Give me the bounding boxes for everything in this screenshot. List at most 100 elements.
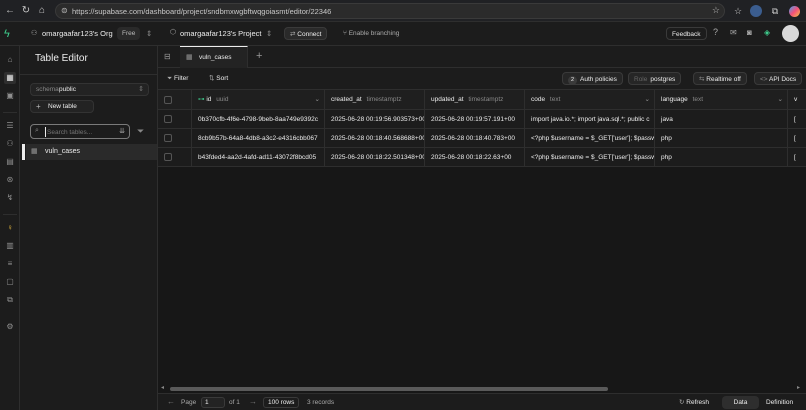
cell-code[interactable]: import java.io.*; import java.sql.*; pub… bbox=[525, 110, 655, 129]
realtime-toggle-button[interactable]: ⇆ Realtime off bbox=[693, 72, 747, 85]
cell-language[interactable]: php bbox=[655, 129, 788, 148]
cell-v[interactable]: [ bbox=[788, 148, 806, 167]
select-all-checkbox[interactable] bbox=[164, 96, 172, 104]
address-bar[interactable]: ⊜ https://supabase.com/dashboard/project… bbox=[55, 3, 725, 19]
notifications-icon[interactable]: ◙ bbox=[747, 28, 752, 37]
storage-icon[interactable]: ▤ bbox=[4, 156, 16, 168]
chevron-down-icon[interactable]: ⌄ bbox=[315, 90, 320, 110]
bookmark-star-icon[interactable]: ☆ bbox=[712, 5, 720, 16]
collapse-icon[interactable]: ⇊ bbox=[119, 127, 125, 135]
sort-button[interactable]: ⇅ Sort bbox=[204, 72, 233, 85]
sidebar-item-vuln-cases[interactable]: ▦ vuln_cases bbox=[26, 144, 157, 160]
tabs-overview-icon[interactable]: ⊟ bbox=[164, 52, 171, 61]
connect-button[interactable]: ⇄ Connect bbox=[284, 27, 328, 40]
url-text[interactable]: https://supabase.com/dashboard/project/s… bbox=[72, 7, 331, 16]
table-editor-icon[interactable]: ▦ bbox=[4, 72, 16, 84]
new-tab-icon[interactable]: + bbox=[256, 50, 262, 62]
page-input[interactable]: 1 bbox=[201, 397, 225, 408]
filter-button[interactable]: ⏷ Filter bbox=[162, 72, 193, 85]
definition-tab[interactable]: Definition bbox=[761, 396, 798, 409]
cell-updated-at[interactable]: 2025-06-28 00:19:57.191+00 bbox=[425, 110, 525, 129]
cell-code[interactable]: <?php $username = $_GET['user']; $passw bbox=[525, 148, 655, 167]
cell-created-at[interactable]: 2025-06-28 00:19:56.903573+00 bbox=[325, 110, 425, 129]
scroll-right-icon[interactable]: ▸ bbox=[797, 384, 800, 391]
project-name[interactable]: omargaafar123's Project bbox=[180, 29, 261, 38]
column-header-id[interactable]: ⊶ id uuid ⌄ bbox=[192, 90, 325, 110]
realtime-icon[interactable]: ↯ bbox=[4, 192, 16, 204]
cell-updated-at[interactable]: 2025-06-28 00:18:40.783+00 bbox=[425, 129, 525, 148]
table-row[interactable]: 0b370cfb-4f6e-4798-9beb-8aa749e9392c 202… bbox=[158, 110, 806, 129]
scroll-left-icon[interactable]: ◂ bbox=[161, 384, 164, 391]
copilot-icon[interactable] bbox=[787, 4, 801, 18]
logs-icon[interactable]: ≡ bbox=[4, 258, 16, 270]
auth-policies-button[interactable]: 2 Auth policies bbox=[562, 72, 623, 85]
cell-language[interactable]: php bbox=[655, 148, 788, 167]
filter-tables-icon[interactable]: ⏷ bbox=[137, 126, 144, 137]
column-header-updated-at[interactable]: updated_at timestamptz bbox=[425, 90, 525, 110]
horizontal-scrollbar[interactable]: ◂ ▸ bbox=[158, 385, 806, 393]
cell-created-at[interactable]: 2025-06-28 00:18:22.501348+00 bbox=[325, 148, 425, 167]
database-icon[interactable]: ☰ bbox=[4, 120, 16, 132]
auth-icon[interactable]: ⚇ bbox=[4, 138, 16, 150]
data-tab[interactable]: Data bbox=[722, 396, 759, 409]
column-header-language[interactable]: language text ⌄ bbox=[655, 90, 788, 110]
cell-code[interactable]: <?php $username = $_GET['user']; $passw bbox=[525, 129, 655, 148]
table-row[interactable]: 8cb9b57b-64a8-4db8-a3c2-e4316cbb067 2025… bbox=[158, 129, 806, 148]
api-docs-button[interactable]: <> API Docs bbox=[754, 72, 803, 85]
tab-bar: ⊟ ▦ vuln_cases + bbox=[158, 46, 806, 68]
row-checkbox[interactable] bbox=[164, 153, 172, 161]
enable-branching-button[interactable]: ⑂ Enable branching bbox=[338, 27, 404, 40]
cell-id[interactable]: b43fded4-aa2d-4afd-ad11-43072f8bcd05 bbox=[192, 148, 325, 167]
sql-editor-icon[interactable]: ▣ bbox=[4, 90, 16, 102]
rows-per-page-select[interactable]: 100 rows bbox=[263, 397, 299, 408]
reports-icon[interactable]: ▥ bbox=[4, 240, 16, 252]
tab-vuln-cases[interactable]: ▦ vuln_cases bbox=[180, 46, 248, 68]
search-tables-input[interactable] bbox=[45, 127, 115, 137]
favorites-icon[interactable]: ☆ bbox=[731, 4, 745, 18]
user-avatar[interactable] bbox=[782, 25, 799, 42]
new-table-button[interactable]: + New table bbox=[30, 100, 94, 113]
scrollbar-thumb[interactable] bbox=[170, 387, 608, 391]
cell-updated-at[interactable]: 2025-06-28 00:18:22.63+00 bbox=[425, 148, 525, 167]
profile-avatar-icon[interactable] bbox=[749, 4, 763, 18]
cell-language[interactable]: java bbox=[655, 110, 788, 129]
supabase-logo-icon[interactable]: ϟ bbox=[4, 27, 16, 41]
site-info-icon[interactable]: ⊜ bbox=[61, 6, 68, 15]
api-docs-nav-icon[interactable]: ▢ bbox=[4, 276, 16, 288]
role-selector[interactable]: Role postgres bbox=[628, 72, 682, 85]
chevron-down-icon[interactable]: ⌄ bbox=[645, 90, 650, 110]
project-switcher-icon[interactable]: ⇕ bbox=[266, 29, 272, 38]
extensions-icon[interactable]: ⧉ bbox=[768, 4, 782, 18]
column-header-code[interactable]: code text ⌄ bbox=[525, 90, 655, 110]
table-row[interactable]: b43fded4-aa2d-4afd-ad11-43072f8bcd05 202… bbox=[158, 148, 806, 167]
next-page-icon[interactable]: → bbox=[249, 397, 257, 406]
row-checkbox[interactable] bbox=[164, 134, 172, 142]
feedback-button[interactable]: Feedback bbox=[666, 27, 707, 40]
home-nav-icon[interactable]: ⌂ bbox=[4, 54, 16, 66]
help-icon[interactable]: ? bbox=[713, 27, 718, 37]
cell-v[interactable]: [ bbox=[788, 129, 806, 148]
refresh-button[interactable]: ↻ Refresh bbox=[674, 396, 714, 409]
edge-functions-icon[interactable]: ⊛ bbox=[4, 174, 16, 186]
prev-page-icon[interactable]: ← bbox=[167, 397, 175, 406]
cell-id[interactable]: 0b370cfb-4f6e-4798-9beb-8aa749e9392c bbox=[192, 110, 325, 129]
row-checkbox[interactable] bbox=[164, 115, 172, 123]
org-name[interactable]: omargaafar123's Org bbox=[42, 29, 113, 38]
column-header-v[interactable]: v bbox=[788, 90, 806, 110]
search-tables-field[interactable]: ⌕ ⇊ bbox=[30, 124, 130, 139]
assistant-icon[interactable]: ◈ bbox=[764, 28, 770, 37]
schema-selector[interactable]: schema public ⇕ bbox=[30, 83, 149, 96]
column-header-created-at[interactable]: created_at timestamptz bbox=[325, 90, 425, 110]
org-switcher-icon[interactable]: ⇕ bbox=[146, 29, 152, 38]
integrations-icon[interactable]: ⧉ bbox=[4, 294, 16, 306]
cell-created-at[interactable]: 2025-06-28 00:18:40.568688+00 bbox=[325, 129, 425, 148]
inbox-icon[interactable]: ✉ bbox=[730, 28, 737, 37]
reload-icon[interactable]: ↻ bbox=[19, 4, 33, 18]
settings-icon[interactable]: ⚙ bbox=[4, 321, 16, 333]
cell-id[interactable]: 8cb9b57b-64a8-4db8-a3c2-e4316cbb067 bbox=[192, 129, 325, 148]
cell-v[interactable]: [ bbox=[788, 110, 806, 129]
advisors-icon[interactable]: ♀ bbox=[4, 222, 16, 234]
back-icon[interactable]: ← bbox=[3, 4, 17, 18]
chevron-down-icon[interactable]: ⌄ bbox=[778, 90, 783, 110]
home-icon[interactable]: ⌂ bbox=[35, 4, 49, 18]
